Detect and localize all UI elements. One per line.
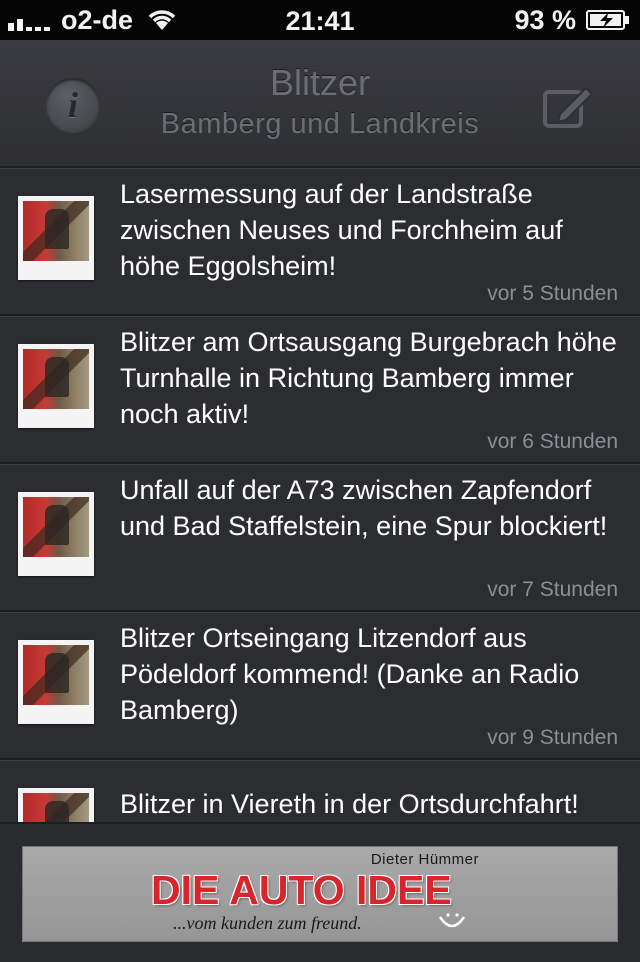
message-text: Blitzer Ortseingang Litzendorf aus Pödel… <box>120 623 580 725</box>
compose-icon[interactable] <box>540 82 596 132</box>
thumbnail-image <box>18 344 94 428</box>
message-text: Unfall auf der A73 zwischen Zapfendorf u… <box>120 475 608 541</box>
timestamp: vor 5 Stunden <box>487 282 618 305</box>
list-item[interactable]: Blitzer Ortseingang Litzendorf aus Pödel… <box>0 612 640 760</box>
timestamp: vor 9 Stunden <box>487 726 618 749</box>
message-list: Lasermessung auf der Landstraße zwischen… <box>0 168 640 908</box>
list-item[interactable]: Lasermessung auf der Landstraße zwischen… <box>0 168 640 316</box>
timestamp: vor 7 Stunden <box>487 578 618 601</box>
battery-percentage: 93 % <box>514 4 576 35</box>
list-item[interactable]: Unfall auf der A73 zwischen Zapfendorf u… <box>0 464 640 612</box>
smile-icon <box>438 913 466 928</box>
battery-charging-icon <box>586 10 629 30</box>
thumbnail-image <box>18 492 94 576</box>
ad-banner[interactable]: Dieter Hümmer DIE AUTO IDEE ...vom kunde… <box>22 846 618 942</box>
ad-brand: DIE AUTO IDEE <box>151 867 452 913</box>
ad-slogan: ...vom kunden zum freund. <box>173 913 362 933</box>
ad-owner: Dieter Hümmer <box>370 851 479 868</box>
message-text: Blitzer in Viereth in der Ortsdurchfahrt… <box>120 789 579 819</box>
list-item[interactable]: Blitzer am Ortsausgang Burgebrach höhe T… <box>0 316 640 464</box>
timestamp: vor 6 Stunden <box>487 430 618 453</box>
status-bar: o2-de 21:41 93 % <box>0 0 640 40</box>
thumbnail-image <box>18 196 94 280</box>
message-text: Blitzer am Ortsausgang Burgebrach höhe T… <box>120 327 617 429</box>
ad-banner-area: Dieter Hümmer DIE AUTO IDEE ...vom kunde… <box>0 822 640 962</box>
thumbnail-image <box>18 640 94 724</box>
navigation-bar: i Blitzer Bamberg und Landkreis <box>0 40 640 168</box>
message-text: Lasermessung auf der Landstraße zwischen… <box>120 179 563 281</box>
